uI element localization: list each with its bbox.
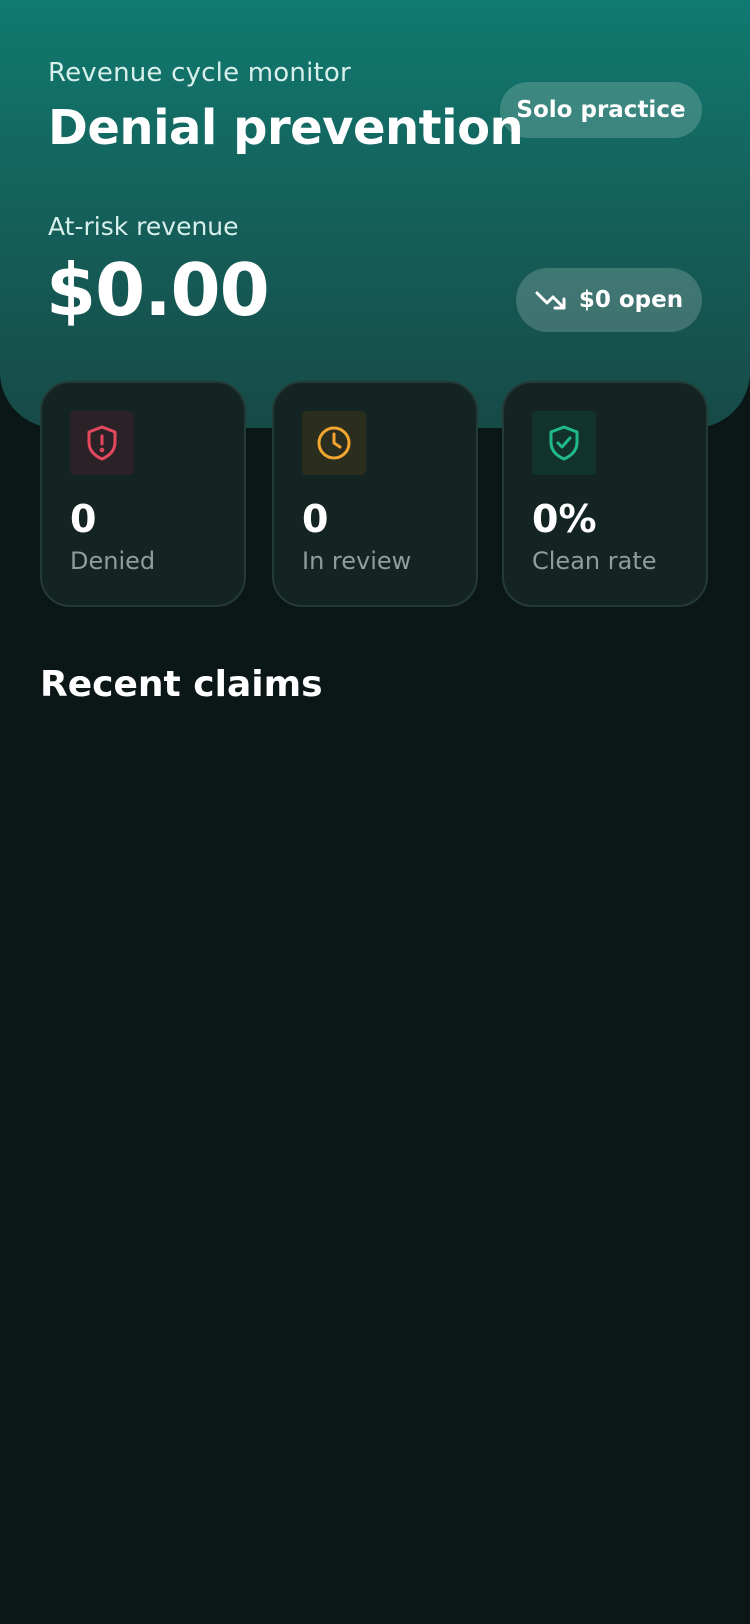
page-title: Denial prevention bbox=[48, 100, 524, 156]
clean-rate-value: 0% bbox=[532, 497, 597, 541]
shield-check-icon bbox=[532, 411, 596, 475]
recent-claims-heading: Recent claims bbox=[40, 664, 323, 705]
denied-label: Denied bbox=[70, 547, 156, 575]
header-panel: Revenue cycle monitor Denial prevention … bbox=[0, 0, 750, 428]
stat-card-denied[interactable]: 0 Denied bbox=[40, 381, 246, 607]
open-amount-label: $0 open bbox=[578, 287, 684, 313]
clock-icon bbox=[302, 411, 366, 475]
at-risk-revenue-label: At-risk revenue bbox=[48, 212, 239, 241]
clean-rate-label: Clean rate bbox=[532, 547, 657, 575]
in-review-label: In review bbox=[302, 547, 412, 575]
page-eyebrow: Revenue cycle monitor bbox=[48, 58, 351, 88]
stat-card-clean-rate[interactable]: 0% Clean rate bbox=[502, 381, 708, 607]
at-risk-revenue-amount: $0.00 bbox=[46, 248, 270, 332]
in-review-count: 0 bbox=[302, 497, 329, 541]
practice-badge-label: Solo practice bbox=[516, 97, 686, 123]
practice-badge[interactable]: Solo practice bbox=[500, 82, 702, 138]
trending-down-icon bbox=[535, 289, 567, 311]
denied-count: 0 bbox=[70, 497, 97, 541]
shield-alert-icon bbox=[70, 411, 134, 475]
open-amount-badge[interactable]: $0 open bbox=[516, 268, 702, 332]
stat-card-in-review[interactable]: 0 In review bbox=[272, 381, 478, 607]
